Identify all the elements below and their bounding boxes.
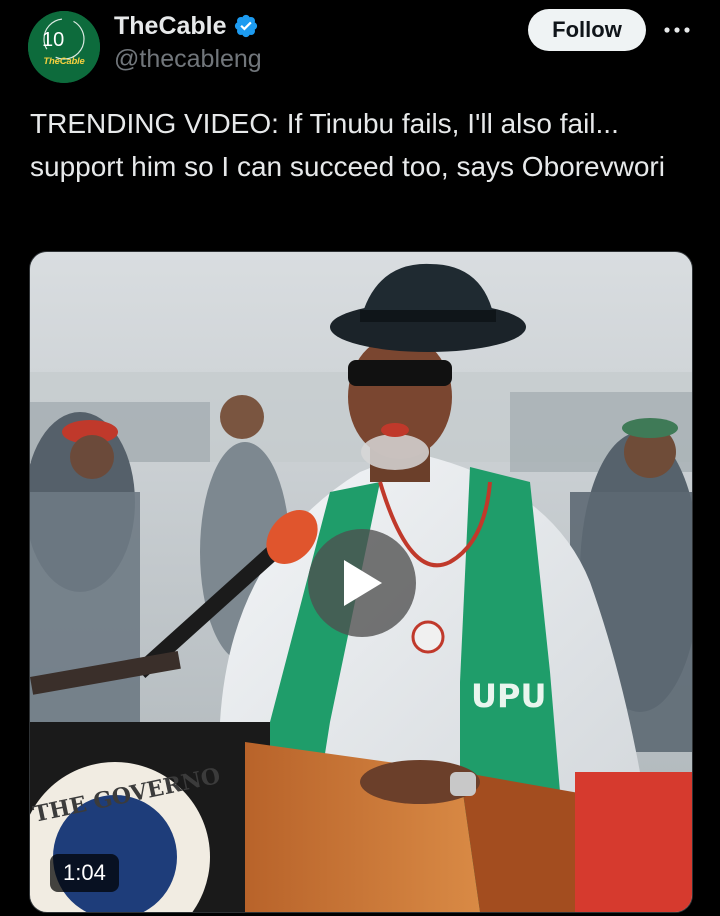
follow-button[interactable]: Follow (528, 9, 646, 51)
account-avatar[interactable]: 10 TheCable (28, 11, 100, 83)
account-names: TheCable @thecableng (114, 10, 262, 74)
tweet-text: TRENDING VIDEO: If Tinubu fails, I'll al… (30, 108, 665, 182)
video-duration-badge: 1:04 (50, 854, 119, 892)
avatar-logo-icon: 10 (28, 11, 100, 83)
avatar-brand-text: TheCable (43, 56, 85, 67)
play-button[interactable] (308, 529, 416, 637)
avatar-anniversary: 10 (42, 29, 64, 51)
play-icon (344, 560, 382, 606)
video-player[interactable]: UPU THE GOVERNO 1:04 (29, 251, 693, 913)
display-name-row: TheCable (114, 10, 262, 42)
tweet-header: 10 TheCable TheCable @thecableng Follow (0, 0, 720, 90)
sash-text: UPU (471, 677, 546, 715)
verified-badge-icon[interactable] (233, 13, 259, 39)
more-horizontal-icon (664, 27, 690, 33)
more-options-button[interactable] (660, 18, 694, 42)
account-handle[interactable]: @thecableng (114, 45, 262, 74)
display-name[interactable]: TheCable (114, 12, 227, 41)
